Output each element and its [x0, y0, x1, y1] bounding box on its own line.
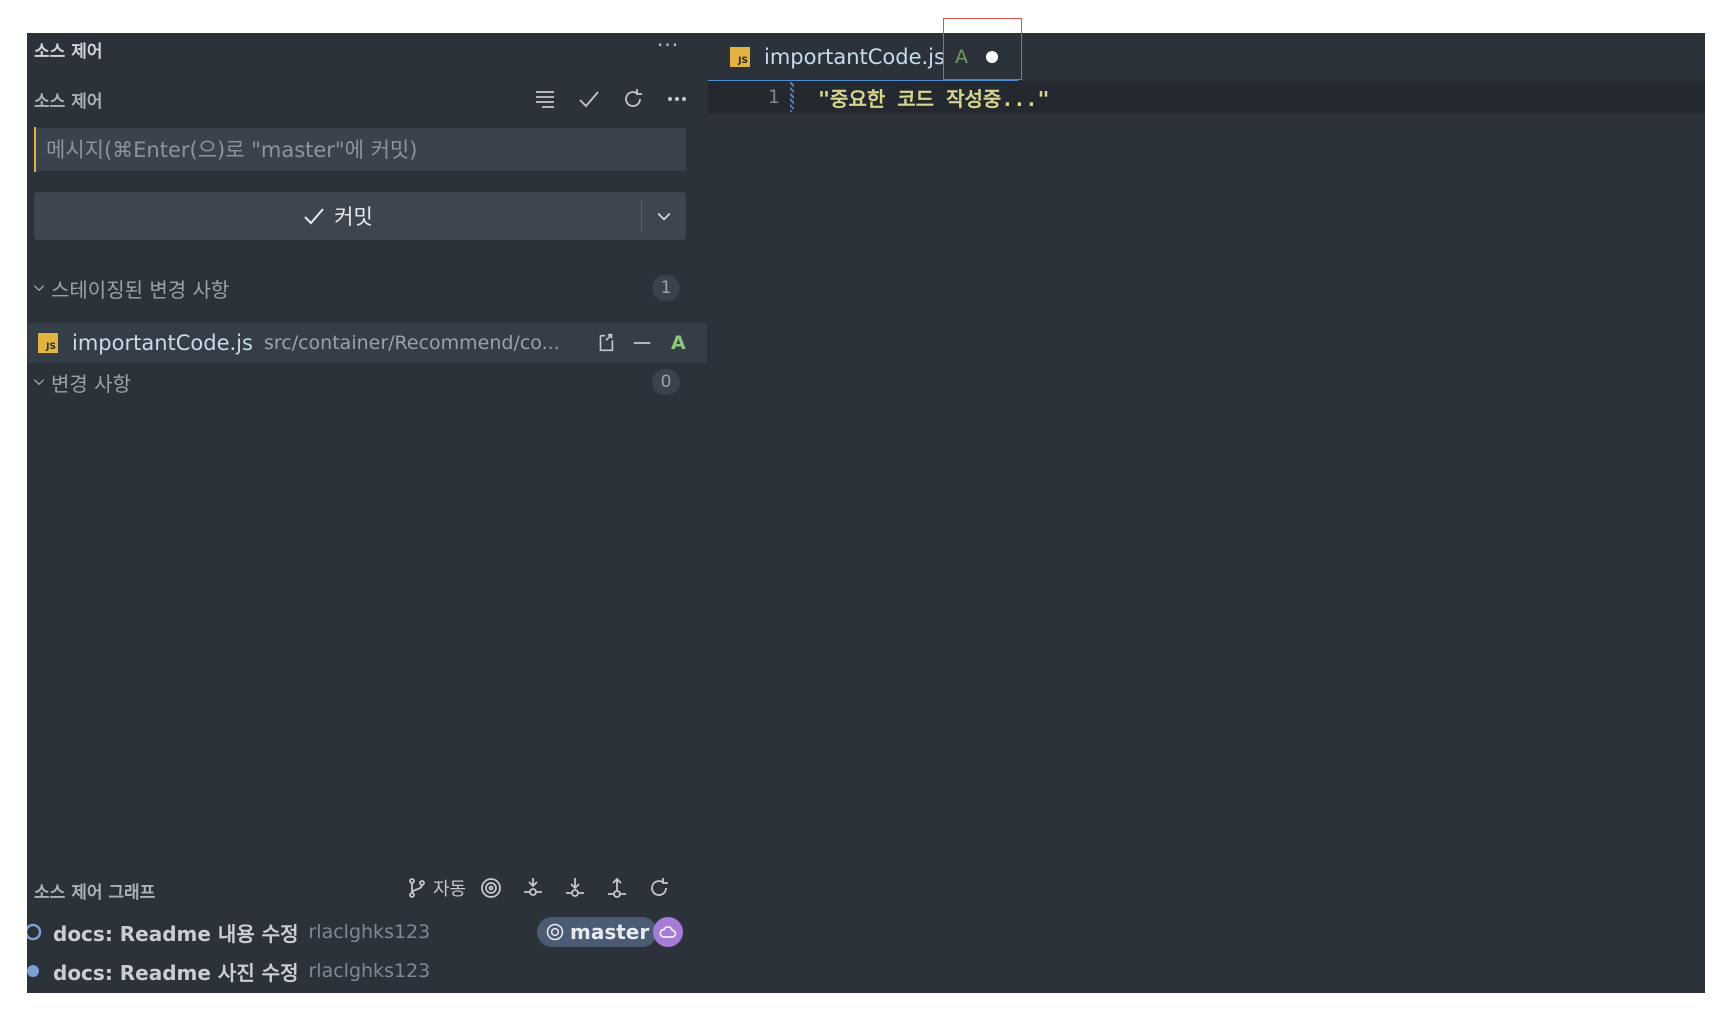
- target-button[interactable]: [474, 871, 508, 905]
- commit-message-box: [34, 127, 686, 172]
- javascript-file-icon: JS: [730, 46, 750, 67]
- file-path: src/container/Recommend/co...: [263, 332, 560, 354]
- remote-badge: [653, 917, 683, 947]
- gutter-added-marker: [790, 82, 794, 112]
- commit-message: docs: Readme 내용 수정: [53, 921, 299, 946]
- commit-message: docs: Readme 사진 수정: [53, 960, 299, 985]
- changes-label: 변경 사항: [51, 371, 131, 396]
- list-tree-icon: [536, 91, 554, 108]
- code-line[interactable]: 1 "중요한 코드 작성중...": [708, 81, 1705, 113]
- target-icon: [481, 878, 502, 898]
- refresh-icon: [625, 89, 642, 107]
- branch-badge: master: [537, 917, 658, 947]
- commit-button-label: 커밋: [334, 205, 373, 229]
- graph-toolbar: 자동: [405, 871, 676, 905]
- tab-file-name: importantCode.js: [764, 44, 945, 69]
- more-icon: [667, 96, 687, 102]
- app-window: 소스 제어 ··· 소스 제어 커밋: [27, 33, 1705, 993]
- commit-node-icon: [27, 965, 39, 977]
- pull-icon: [566, 878, 585, 897]
- javascript-file-icon: JS: [38, 333, 58, 353]
- staged-count-badge: 1: [652, 275, 680, 301]
- added-status-badge: A: [671, 332, 686, 354]
- refresh-button[interactable]: [615, 81, 651, 117]
- graph-refresh-button[interactable]: [642, 871, 676, 905]
- toolbar-more-button[interactable]: [659, 81, 695, 117]
- source-control-sidebar: 소스 제어 ··· 소스 제어 커밋: [27, 33, 707, 993]
- fetch-icon: [524, 878, 543, 896]
- staged-changes-section[interactable]: 스테이징된 변경 사항 1: [27, 270, 692, 306]
- changes-section[interactable]: 변경 사항 0: [27, 364, 692, 400]
- fetch-button[interactable]: [516, 871, 550, 905]
- line-number: 1: [767, 86, 780, 108]
- branch-name: master: [570, 920, 650, 944]
- source-control-toolbar: [527, 81, 695, 117]
- changes-count-badge: 0: [652, 369, 680, 395]
- file-actions: A: [591, 328, 686, 358]
- refresh-icon: [651, 878, 669, 896]
- editor-area: JS importantCode.js A 1 "중요한 코드 작성중...": [708, 33, 1705, 993]
- highlight-annotation-box: [943, 18, 1022, 80]
- graph-commit-item[interactable]: docs: Readme 내용 수정 rlaclghks123 master: [27, 913, 707, 951]
- commit-author: rlaclghks123: [308, 921, 431, 943]
- chevron-down-icon: [657, 212, 671, 221]
- git-branch-icon: [409, 878, 425, 898]
- commit-message-input[interactable]: [34, 127, 686, 172]
- source-control-graph-title: 소스 제어 그래프: [34, 883, 156, 903]
- target-icon: [546, 923, 564, 941]
- commit-button-group: 커밋: [34, 192, 686, 240]
- open-file-button[interactable]: [591, 328, 621, 358]
- chevron-down-icon: [33, 379, 45, 386]
- view-as-tree-button[interactable]: [527, 81, 563, 117]
- file-name: importantCode.js: [72, 331, 253, 355]
- staged-file-item[interactable]: JS importantCode.js src/container/Recomm…: [27, 323, 707, 363]
- source-control-title: 소스 제어: [34, 92, 103, 112]
- open-file-icon: [599, 333, 614, 352]
- chevron-down-icon: [33, 285, 45, 292]
- commit-author: rlaclghks123: [308, 960, 431, 982]
- minus-icon: [633, 342, 651, 344]
- unstage-button[interactable]: [627, 328, 657, 358]
- check-icon: [579, 91, 599, 108]
- commit-check-button[interactable]: [571, 81, 607, 117]
- sidebar-header-title: 소스 제어: [34, 42, 103, 62]
- graph-commit-item[interactable]: docs: Readme 사진 수정 rlaclghks123: [27, 952, 707, 990]
- check-icon: [304, 208, 324, 225]
- auto-branch-button[interactable]: 자동: [405, 871, 466, 905]
- cloud-icon: [659, 926, 677, 938]
- staged-changes-label: 스테이징된 변경 사항: [51, 277, 230, 302]
- commit-button[interactable]: 커밋: [34, 192, 641, 240]
- commit-node-icon: [27, 923, 42, 941]
- commit-dropdown-button[interactable]: [642, 192, 686, 240]
- sidebar-more-button[interactable]: ···: [657, 33, 679, 57]
- pull-button[interactable]: [558, 871, 592, 905]
- code-text: "중요한 코드 작성중...": [818, 86, 1050, 111]
- push-button[interactable]: [600, 871, 634, 905]
- auto-label: 자동: [433, 879, 467, 900]
- push-icon: [608, 877, 627, 898]
